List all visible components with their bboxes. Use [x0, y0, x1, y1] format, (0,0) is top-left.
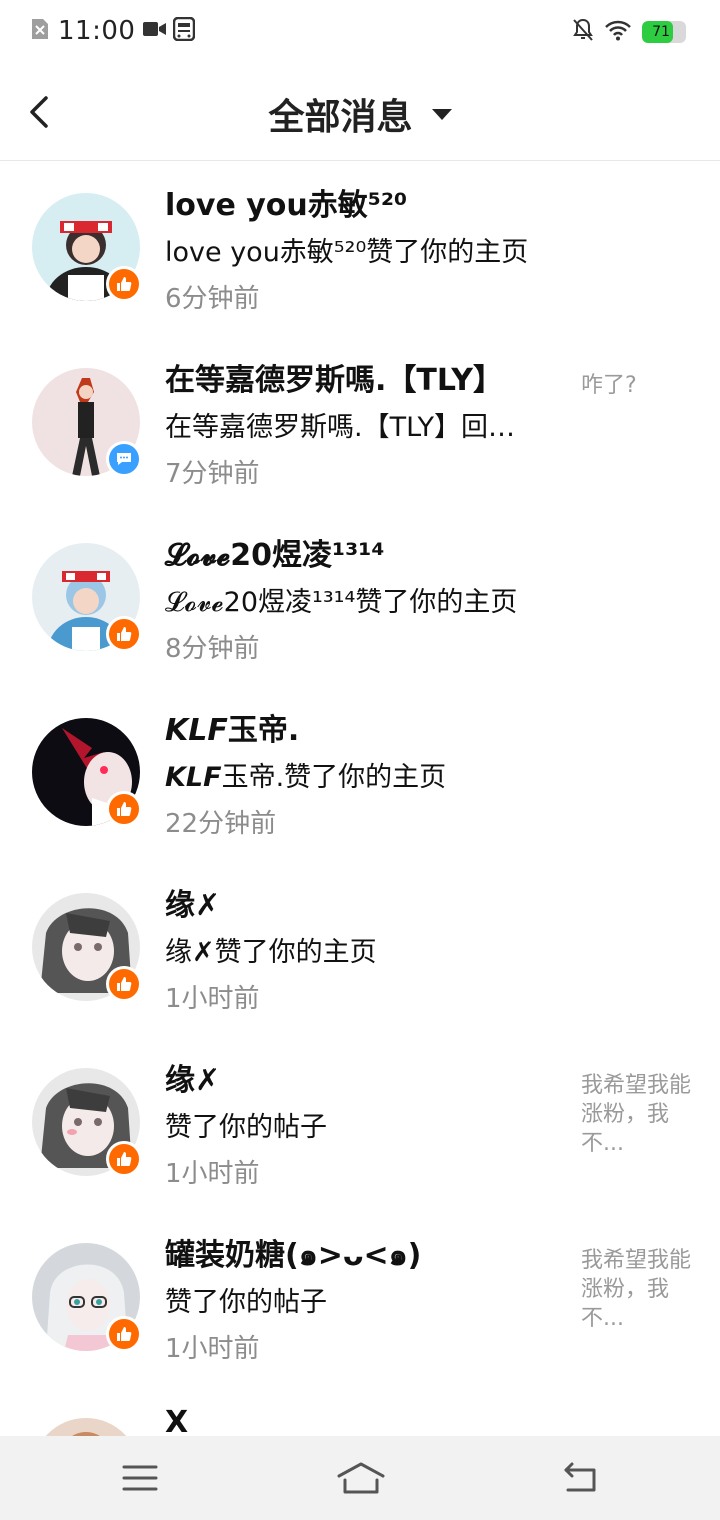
message-text: 𝙆𝙇𝙁玉帝.赞了你的主页: [165, 762, 447, 793]
back-nav-button[interactable]: [558, 1458, 602, 1498]
message-time: 1小时前: [165, 1334, 260, 1364]
post-preview[interactable]: 咋了?: [581, 371, 691, 400]
dropdown-arrow-icon: [431, 108, 452, 120]
bell-muted-icon: [572, 18, 594, 46]
sender-name: 缘✗: [165, 888, 221, 923]
sim-off-icon: [30, 17, 50, 45]
like-badge-icon: [106, 791, 142, 827]
title-dropdown[interactable]: 全部消息: [0, 88, 720, 140]
like-badge-icon: [106, 616, 142, 652]
sender-name: 在等嘉德罗斯嗎.【TLY】: [165, 363, 504, 398]
message-time: 8分钟前: [165, 634, 260, 664]
message-item[interactable]: 𝓛𝓸𝓿𝓮20煜凌¹³¹⁴ 𝓛𝓸𝓿𝓮20煜凌¹³¹⁴赞了你的主页 8分钟前: [0, 510, 720, 685]
home-button[interactable]: [336, 1458, 386, 1498]
message-time: 1小时前: [165, 984, 260, 1014]
message-item[interactable]: X: [0, 1385, 720, 1436]
sender-name: 𝙆𝙇𝙁玉帝.: [165, 713, 300, 748]
video-record-icon: [143, 20, 167, 42]
message-text: 缘✗赞了你的主页: [165, 937, 377, 968]
post-preview[interactable]: 我希望我能涨粉，我不...: [581, 1071, 691, 1158]
sender-name: 缘✗: [165, 1063, 221, 1098]
message-item[interactable]: 𝙆𝙇𝙁玉帝. 𝙆𝙇𝙁玉帝.赞了你的主页 22分钟前: [0, 685, 720, 860]
message-text: 赞了你的帖子: [165, 1112, 327, 1143]
avatar[interactable]: [32, 1418, 140, 1436]
battery-indicator: 71: [642, 21, 686, 43]
home-icon: [337, 1462, 385, 1494]
message-item[interactable]: 罐装奶糖(๑>ᴗ<๑) 赞了你的帖子 1小时前 我希望我能涨粉，我不...: [0, 1210, 720, 1385]
like-badge-icon: [106, 966, 142, 1002]
status-time: 11:00: [58, 16, 136, 46]
message-list: love you赤敏⁵²⁰ love you赤敏⁵²⁰赞了你的主页 6分钟前 在…: [0, 160, 720, 1436]
storage-icon: [173, 16, 196, 45]
sender-name: love you赤敏⁵²⁰: [165, 188, 408, 223]
comment-badge-icon: [106, 441, 142, 477]
message-item[interactable]: 缘✗ 缘✗赞了你的主页 1小时前: [0, 860, 720, 1035]
message-time: 6分钟前: [165, 284, 260, 314]
sender-name: 罐装奶糖(๑>ᴗ<๑): [165, 1238, 422, 1273]
sender-name: X: [165, 1405, 189, 1436]
like-badge-icon: [106, 266, 142, 302]
message-text: 赞了你的帖子: [165, 1287, 327, 1318]
battery-percent: 71: [652, 24, 670, 40]
message-text: 在等嘉德罗斯嗎.【TLY】回…: [165, 412, 516, 443]
wifi-icon: [604, 19, 632, 45]
message-time: 7分钟前: [165, 459, 260, 489]
back-nav-icon: [564, 1462, 596, 1492]
page-title: 全部消息: [268, 97, 413, 138]
message-time: 1小时前: [165, 1159, 260, 1189]
message-item[interactable]: love you赤敏⁵²⁰ love you赤敏⁵²⁰赞了你的主页 6分钟前: [0, 160, 720, 335]
message-text: love you赤敏⁵²⁰赞了你的主页: [165, 237, 529, 268]
like-badge-icon: [106, 1141, 142, 1177]
menu-icon: [122, 1465, 158, 1491]
message-item[interactable]: 在等嘉德罗斯嗎.【TLY】 在等嘉德罗斯嗎.【TLY】回… 7分钟前 咋了?: [0, 335, 720, 510]
menu-button[interactable]: [118, 1458, 162, 1498]
message-item[interactable]: 缘✗ 赞了你的帖子 1小时前 我希望我能涨粉，我不...: [0, 1035, 720, 1210]
like-badge-icon: [106, 1316, 142, 1352]
message-text: 𝓛𝓸𝓿𝓮20煜凌¹³¹⁴赞了你的主页: [165, 587, 518, 618]
message-time: 22分钟前: [165, 809, 277, 839]
status-bar-left: 11:00: [30, 16, 196, 46]
sender-name: 𝓛𝓸𝓿𝓮20煜凌¹³¹⁴: [165, 538, 385, 573]
navigation-bar: [0, 1436, 720, 1520]
post-preview[interactable]: 我希望我能涨粉，我不...: [581, 1246, 691, 1333]
status-bar: 11:00 71: [0, 0, 720, 64]
header-bar: 全部消息: [0, 64, 720, 161]
status-bar-right: 71: [572, 18, 686, 46]
